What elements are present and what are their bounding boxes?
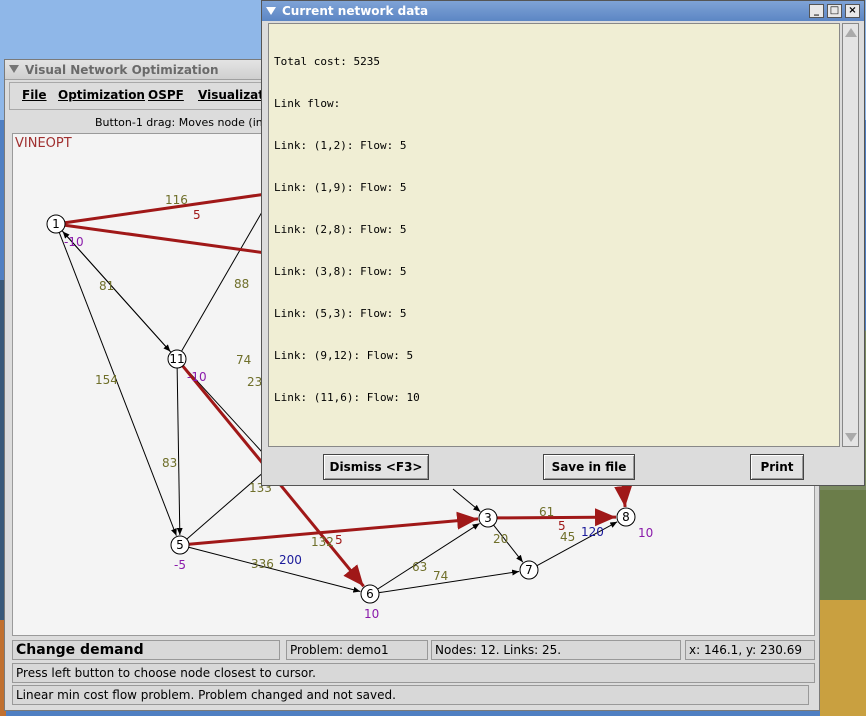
status-problem: Problem: demo1	[286, 640, 428, 660]
edge-label-cost: 116	[165, 193, 188, 207]
network-edge	[536, 521, 618, 567]
dialog-title: Current network data	[282, 4, 429, 18]
print-button[interactable]: Print	[750, 454, 804, 480]
close-icon[interactable]: ×	[845, 4, 860, 18]
save-in-file-button[interactable]: Save in file	[543, 454, 635, 480]
edge-label-cap: 120	[581, 525, 604, 539]
status-message-1: Press left button to choose node closest…	[12, 663, 815, 683]
edge-label-cost: 132	[311, 535, 334, 549]
text-line: Total cost: 5235	[274, 55, 380, 68]
scroll-up-icon[interactable]	[845, 28, 857, 37]
node-11-label: 11	[169, 352, 184, 366]
mode-hint: Button-1 drag: Moves node (in mo	[95, 116, 284, 129]
edge-label-cost: 83	[162, 456, 177, 470]
dialog-titlebar[interactable]: Current network data _ □ ×	[262, 1, 864, 21]
network-data-text[interactable]: Total cost: 5235 Link flow: Link: (1,2):…	[268, 23, 840, 447]
status-coords: x: 146.1, y: 230.69	[685, 640, 815, 660]
node-5-label: 5	[176, 538, 184, 552]
menu-optimization[interactable]: Optimization	[58, 88, 145, 102]
edge-label-cost: 74	[236, 353, 251, 367]
edge-label-cost: 63	[412, 560, 427, 574]
node-8-supply: 10	[638, 526, 653, 540]
text-line: Link: (2,8): Flow: 5	[274, 223, 407, 236]
text-line: Link: (5,3): Flow: 5	[274, 307, 407, 320]
edge-label-cost: 81	[99, 279, 114, 293]
network-edge	[188, 546, 361, 593]
edge-label-cost: 23	[247, 375, 262, 389]
network-edge	[452, 488, 481, 513]
edge-label-cost: 154	[95, 373, 118, 387]
text-line: Link: (1,9): Flow: 5	[274, 181, 407, 194]
text-line: Link flow:	[274, 97, 341, 110]
minimize-icon[interactable]: _	[809, 4, 824, 18]
edge-label-cost: 74	[433, 569, 448, 583]
edge-label-cap: 200	[279, 553, 302, 567]
text-line: Link: (9,12): Flow: 5	[274, 349, 414, 362]
text-line: Link: (1,2): Flow: 5	[274, 139, 407, 152]
edge-label-cost: 45	[560, 530, 575, 544]
node-1-supply: -10	[64, 235, 84, 249]
node-8-label: 8	[622, 510, 630, 524]
scroll-down-icon[interactable]	[845, 433, 857, 442]
node-11-supply: -10	[187, 370, 207, 384]
flow-edge	[64, 223, 274, 256]
flow-edge	[496, 508, 617, 527]
edge-label-flow: 5	[193, 208, 201, 222]
node-1-label: 1	[52, 217, 60, 231]
text-line: Link: (11,6): Flow: 10	[274, 391, 420, 404]
main-window-title: Visual Network Optimization	[25, 63, 219, 77]
node-5-supply: -5	[174, 558, 186, 572]
flow-edge	[614, 483, 633, 508]
node-3-label: 3	[484, 511, 492, 525]
maximize-icon[interactable]: □	[827, 4, 842, 18]
node-6-label: 6	[366, 587, 374, 601]
edge-label-cost: 61	[539, 505, 554, 519]
node-7-label: 7	[525, 563, 533, 577]
status-message-2: Linear min cost flow problem. Problem ch…	[12, 685, 809, 705]
dismiss-button[interactable]: Dismiss <F3>	[323, 454, 429, 480]
window-menu-icon[interactable]	[266, 7, 276, 15]
edge-label-cost: 88	[234, 277, 249, 291]
menu-ospf[interactable]: OSPF	[148, 88, 184, 102]
canvas-label: VINEOPT	[15, 136, 72, 151]
edge-label-cost: 20	[493, 532, 508, 546]
edge-label-flow: 5	[335, 533, 343, 547]
window-menu-icon[interactable]	[9, 65, 19, 73]
network-edge	[176, 367, 183, 536]
vertical-scrollbar[interactable]	[842, 23, 859, 447]
node-6-supply: 10	[364, 607, 379, 621]
status-counts: Nodes: 12. Links: 25.	[431, 640, 681, 660]
status-mode: Change demand	[12, 640, 280, 660]
menu-file[interactable]: File	[22, 88, 47, 102]
text-line: Link: (3,8): Flow: 5	[274, 265, 407, 278]
network-edge	[62, 231, 172, 353]
network-data-dialog: Current network data _ □ × Total cost: 5…	[261, 0, 865, 486]
edge-label-cost: 336	[251, 557, 274, 571]
